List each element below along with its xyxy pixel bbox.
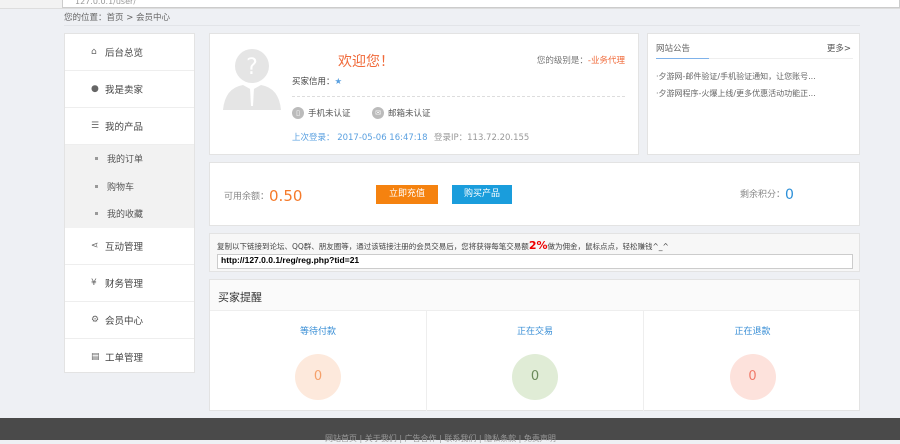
sidebar-item-label: 后台总览 — [105, 48, 144, 59]
divider — [64, 25, 860, 26]
list-icon: ☰ — [91, 121, 100, 131]
svg-text:?: ? — [246, 55, 258, 80]
yen-icon: ¥ — [91, 277, 97, 288]
awaiting-payment[interactable]: 等待付款 0 — [210, 311, 427, 411]
reminder-label: 正在交易 — [516, 327, 553, 337]
home-icon: ⌂ — [91, 47, 97, 57]
sidebar-item-label: 会员中心 — [105, 315, 144, 327]
sidebar-item-finance[interactable]: ¥ 财务管理 — [65, 265, 194, 302]
user-icon: ● — [91, 84, 99, 94]
sidebar-subitem-favorites[interactable]: 我的收藏 — [65, 200, 194, 228]
reminder-count: 0 — [512, 354, 558, 400]
phone-icon: ▯ — [292, 107, 304, 119]
sidebar: ⌂ 后台总览 ● 我是卖家 ☰ 我的产品 我的订单 购物车 我的收藏 ⋖ 互动管理 ¥ 财… — [64, 33, 195, 373]
user-level: 您的级别是：-业务代理 — [536, 56, 625, 66]
refunding[interactable]: 正在退款 0 — [644, 311, 861, 411]
sidebar-subitem-orders[interactable]: 我的订单 — [65, 145, 194, 173]
star-icon: ★ — [334, 77, 343, 87]
balance-panel: 可用余额：0.50 立即充值 购买产品 剩余积分：0 — [209, 162, 860, 226]
sidebar-submenu: 我的订单 购物车 我的收藏 — [65, 145, 194, 228]
notice-title: 网站公告 — [656, 44, 691, 54]
reminder-count: 0 — [295, 354, 341, 400]
phone-verify[interactable]: ▯ 手机未认证 — [292, 107, 351, 119]
in-trade[interactable]: 正在交易 0 — [427, 311, 644, 411]
referral-link-input[interactable]: http://127.0.0.1/reg/reg.php?tid=21 — [217, 254, 853, 269]
sidebar-item-overview[interactable]: ⌂ 后台总览 — [65, 34, 194, 71]
recharge-button[interactable]: 立即充值 — [376, 185, 438, 204]
browser-bar: 127.0.0.1/user/ — [0, 0, 900, 9]
mail-icon: ✉ — [372, 107, 384, 119]
footer-links[interactable]: 网站首页 | 关于我们 | 广告合作 | 联系我们 | 隐私条款 | 免责声明 — [0, 418, 900, 443]
sidebar-item-label: 互动管理 — [105, 241, 144, 253]
sidebar-item-label: 工单管理 — [105, 353, 144, 364]
email-verify[interactable]: ✉ 邮箱未认证 — [372, 107, 431, 119]
remaining-points: 剩余积分：0 — [740, 187, 794, 203]
welcome-panel: ? 欢迎您！ 您的级别是：-业务代理 买家信用：★ ▯ 手机未认证 ✉ 邮箱未认证 … — [209, 33, 639, 155]
gear-icon: ⚙ — [91, 314, 100, 325]
share-icon: ⋖ — [91, 240, 99, 251]
notice-item[interactable]: ·夕游网程序-火爆上线/更多优惠活动功能正... — [656, 88, 816, 99]
available-balance: 可用余额：0.50 — [224, 187, 303, 205]
sidebar-item-seller[interactable]: ● 我是卖家 — [65, 71, 194, 108]
login-ip: 登录IP：113.72.20.155 — [434, 133, 530, 143]
divider — [292, 96, 625, 97]
reminder-label: 等待付款 — [299, 327, 336, 337]
breadcrumb: 您的位置：首页 > 会员中心 — [64, 13, 171, 23]
buyer-reminder-panel: 买家提醒 等待付款 0 正在交易 0 正在退款 0 — [209, 279, 860, 411]
reminder-title: 买家提醒 — [210, 280, 859, 311]
referral-text: 复制以下链接到论坛、QQ群、朋友圈等，通过该链接注册的会员交易后，您将获得每笔交… — [217, 239, 669, 252]
notice-more-link[interactable]: 更多> — [827, 42, 851, 54]
sidebar-item-tickets[interactable]: ▤ 工单管理 — [65, 339, 194, 376]
reminder-count: 0 — [729, 354, 776, 400]
welcome-title: 欢迎您！ — [338, 54, 394, 70]
buy-product-button[interactable]: 购买产品 — [452, 185, 512, 204]
sidebar-item-products[interactable]: ☰ 我的产品 — [65, 108, 194, 145]
sidebar-item-interaction[interactable]: ⋖ 互动管理 — [65, 228, 194, 265]
sidebar-item-label: 我是卖家 — [105, 85, 144, 96]
sidebar-subitem-cart[interactable]: 购物车 — [65, 173, 194, 201]
divider — [656, 58, 853, 59]
notice-panel: 网站公告 更多> ·夕游网-邮件验证/手机验证通知，让您账号... ·夕游网程序… — [647, 33, 860, 155]
notice-item[interactable]: ·夕游网-邮件验证/手机验证通知，让您账号... — [656, 71, 816, 82]
buyer-credit: 买家信用：★ — [292, 77, 343, 87]
avatar: ? — [223, 49, 281, 110]
last-login: 上次登录： 2017-05-06 16:47:18 — [292, 133, 428, 143]
sidebar-item-label: 财务管理 — [105, 278, 144, 290]
referral-panel: 复制以下链接到论坛、QQ群、朋友圈等，通过该链接注册的会员交易后，您将获得每笔交… — [209, 233, 860, 272]
sidebar-item-member[interactable]: ⚙ 会员中心 — [65, 302, 194, 339]
sidebar-item-label: 我的产品 — [105, 122, 144, 133]
clipboard-icon: ▤ — [91, 352, 100, 362]
address-bar[interactable]: 127.0.0.1/user/ — [62, 0, 900, 8]
reminder-label: 正在退款 — [734, 327, 771, 337]
